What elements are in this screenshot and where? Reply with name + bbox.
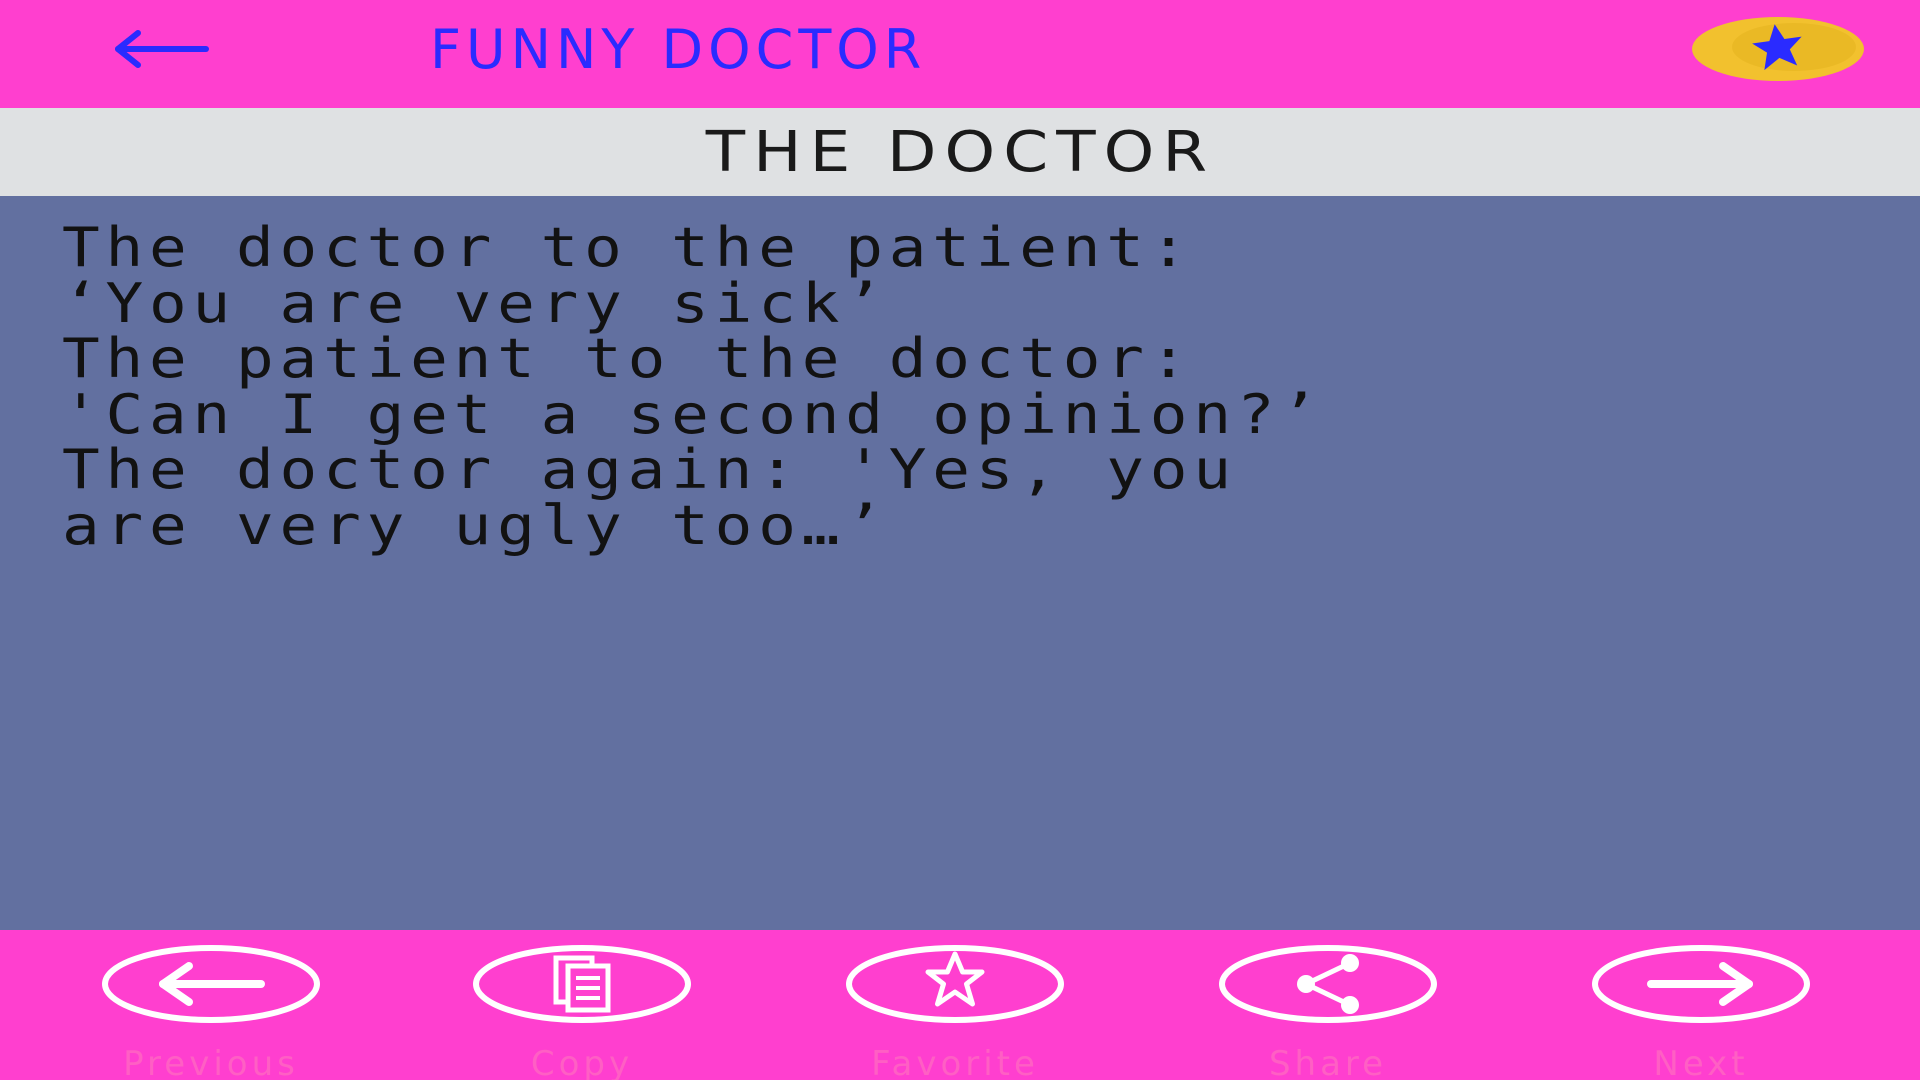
joke-line: ‘You are very sick’ [62, 271, 889, 335]
top-app-bar: FUNNY DOCTOR [0, 0, 1920, 108]
joke-text: The doctor to the patient: ‘You are very… [62, 220, 1920, 553]
app-screen: FUNNY DOCTOR THE DOCTOR The doctor to th… [0, 0, 1920, 1080]
star-badge-icon [1692, 17, 1864, 81]
previous-label: Previous [123, 1044, 299, 1080]
rate-button[interactable] [1690, 16, 1866, 82]
joke-title-bar: THE DOCTOR [0, 108, 1920, 196]
joke-line: The doctor again: 'Yes, you [62, 438, 1237, 501]
share-button[interactable]: Share [1208, 944, 1448, 1080]
share-label: Share [1268, 1044, 1388, 1080]
app-title: FUNNY DOCTOR [430, 18, 927, 81]
arrow-left-icon [115, 30, 209, 68]
arrow-right-icon [1592, 945, 1810, 1023]
joke-line: 'Can I get a second opinion?’ [62, 382, 1324, 446]
favorite-button[interactable]: Favorite [835, 944, 1075, 1080]
copy-icon [473, 945, 691, 1023]
copy-button[interactable]: Copy [462, 944, 702, 1080]
copy-label: Copy [530, 1044, 634, 1080]
bottom-action-bar: Previous Copy Favorite Share Next [0, 930, 1920, 1080]
joke-line: The doctor to the patient: [62, 216, 1194, 279]
favorite-label: Favorite [871, 1044, 1039, 1080]
back-button[interactable] [105, 14, 215, 84]
joke-content: The doctor to the patient: ‘You are very… [0, 196, 1920, 930]
joke-line: are very ugly too…’ [62, 493, 889, 557]
arrow-left-icon [102, 945, 320, 1023]
previous-button[interactable]: Previous [91, 944, 331, 1080]
joke-title: THE DOCTOR [705, 119, 1215, 185]
joke-line: The patient to the doctor: [62, 327, 1194, 390]
next-label: Next [1653, 1044, 1749, 1080]
share-icon [1219, 945, 1437, 1023]
next-button[interactable]: Next [1581, 944, 1821, 1080]
star-icon [846, 945, 1064, 1023]
